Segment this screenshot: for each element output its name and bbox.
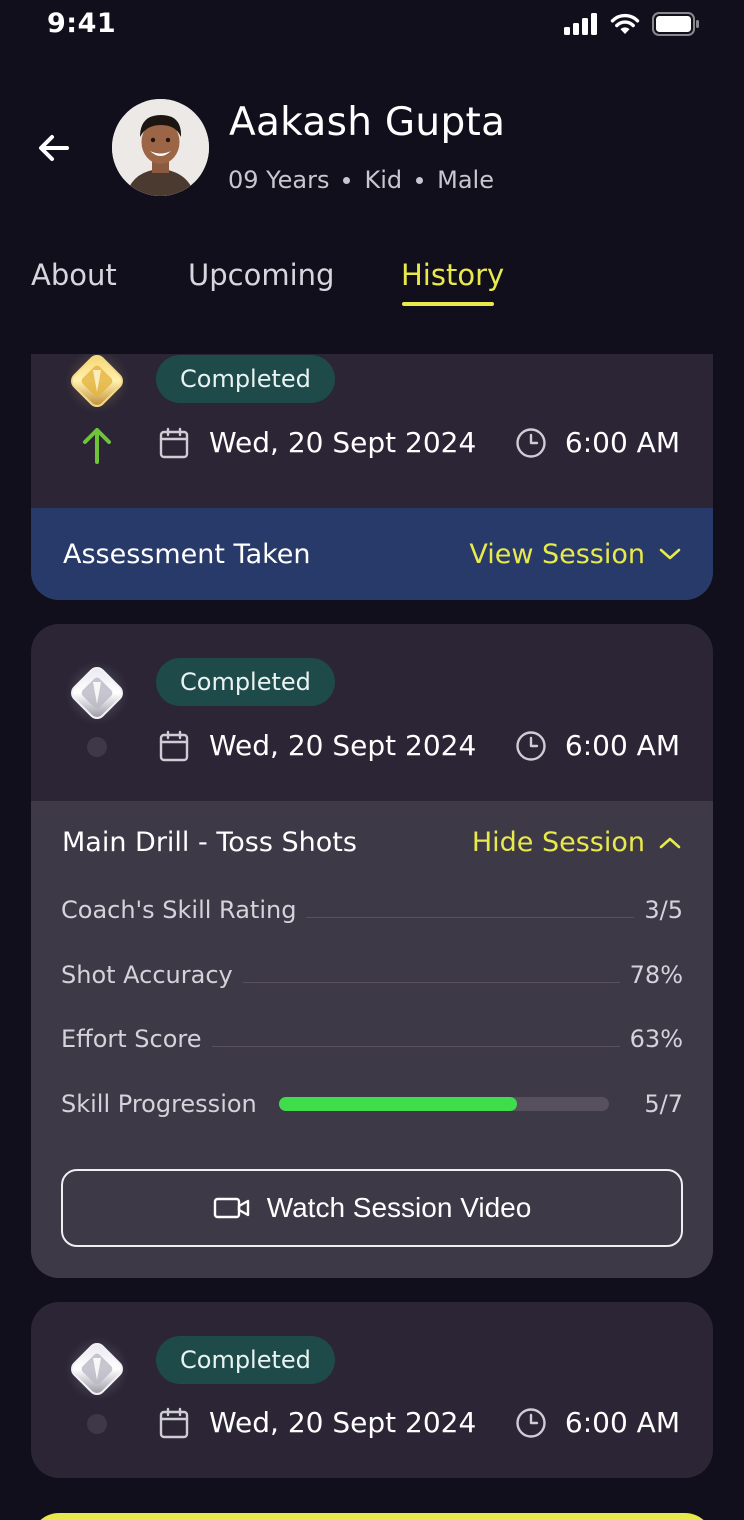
date-text: Wed, 20 Sept 2024 <box>209 1406 477 1439</box>
cellular-signal-icon <box>564 13 597 35</box>
gold-diamond-badge-icon <box>64 354 130 414</box>
session-time: 6:00 AM <box>515 426 680 459</box>
session-card[interactable]: Completed Wed, 20 Sept 2024 6:00 AM Main… <box>31 624 713 1278</box>
wifi-icon <box>610 13 640 34</box>
assessment-title: Assessment Taken <box>63 538 311 570</box>
time-text: 6:00 AM <box>564 1406 680 1439</box>
metric-value: 5/7 <box>644 1090 683 1118</box>
status-bar: 9:41 <box>0 0 744 50</box>
video-camera-icon <box>213 1197 249 1219</box>
silver-diamond-badge-icon <box>64 660 130 726</box>
status-badge: Completed <box>156 1336 335 1384</box>
status-badge: Completed <box>156 355 335 403</box>
metric-divider <box>242 981 620 983</box>
date-text: Wed, 20 Sept 2024 <box>209 426 477 459</box>
metric-divider <box>306 916 635 918</box>
session-date: Wed, 20 Sept 2024 <box>159 426 476 459</box>
view-session-label: View Session <box>469 538 645 570</box>
session-details: Main Drill - Toss Shots Hide Session Coa… <box>31 801 713 1278</box>
watch-session-video-label: Watch Session Video <box>266 1192 532 1223</box>
separator-dot <box>343 176 351 184</box>
status-badge: Completed <box>156 658 335 706</box>
status-icons <box>564 12 700 36</box>
session-card[interactable]: Completed Wed, 20 Sept 2024 6:00 AM Asse… <box>31 354 713 600</box>
clock-icon <box>516 1407 546 1438</box>
metric-row: Effort Score 63% <box>61 1022 683 1056</box>
silver-diamond-badge-icon <box>64 1336 130 1402</box>
user-gender: Male <box>437 166 494 194</box>
next-card-peek[interactable] <box>31 1513 713 1520</box>
clock-icon <box>516 427 546 458</box>
avatar-image <box>112 99 209 196</box>
metric-label: Effort Score <box>61 1025 202 1053</box>
hide-session-label: Hide Session <box>471 827 645 858</box>
separator-dot <box>416 176 424 184</box>
metric-value: 63% <box>629 1025 683 1053</box>
arrow-left-icon <box>39 135 69 161</box>
timeline-dot <box>87 737 107 757</box>
battery-icon <box>652 12 699 36</box>
arrow-up-icon <box>83 428 111 464</box>
tab-about[interactable]: About <box>31 258 117 292</box>
time-text: 6:00 AM <box>564 426 680 459</box>
session-time: 6:00 AM <box>515 1406 680 1439</box>
metric-row: Shot Accuracy 78% <box>61 958 683 992</box>
avatar <box>112 99 209 196</box>
calendar-icon <box>159 730 189 761</box>
session-time: 6:00 AM <box>515 729 680 762</box>
user-category: Kid <box>364 166 403 194</box>
skill-progress-fill <box>279 1097 517 1111</box>
session-details-header: Main Drill - Toss Shots Hide Session <box>62 827 681 858</box>
calendar-icon <box>159 1407 189 1438</box>
assessment-footer: Assessment Taken View Session <box>31 508 713 600</box>
metric-label: Shot Accuracy <box>61 961 233 989</box>
view-session-button[interactable]: View Session <box>469 539 681 570</box>
user-age: 09 Years <box>228 166 330 194</box>
skill-progress-bar <box>279 1097 609 1111</box>
drill-title: Main Drill - Toss Shots <box>62 827 357 858</box>
chevron-down-icon <box>659 548 681 560</box>
active-tab-indicator <box>402 302 494 306</box>
user-name: Aakash Gupta <box>229 100 506 145</box>
user-meta: 09 Years Kid Male <box>228 166 494 194</box>
session-date: Wed, 20 Sept 2024 <box>159 729 476 762</box>
date-text: Wed, 20 Sept 2024 <box>209 729 477 762</box>
timeline-dot <box>87 1414 107 1434</box>
tab-bar: About Upcoming History <box>0 258 744 308</box>
session-card[interactable]: Completed Wed, 20 Sept 2024 6:00 AM <box>31 1302 713 1478</box>
metric-row: Coach's Skill Rating 3/5 <box>61 893 683 927</box>
hide-session-button[interactable]: Hide Session <box>472 827 681 858</box>
metric-value: 3/5 <box>644 896 683 924</box>
watch-session-video-button[interactable]: Watch Session Video <box>61 1169 683 1247</box>
metric-value: 78% <box>629 961 683 989</box>
back-button[interactable] <box>34 128 74 168</box>
metric-divider <box>211 1045 620 1047</box>
metric-label: Coach's Skill Rating <box>61 896 297 924</box>
calendar-icon <box>159 427 189 458</box>
tab-upcoming[interactable]: Upcoming <box>188 258 334 292</box>
tab-history[interactable]: History <box>401 258 504 292</box>
chevron-up-icon <box>659 837 681 848</box>
clock-icon <box>516 730 546 761</box>
session-date: Wed, 20 Sept 2024 <box>159 1406 476 1439</box>
metric-label: Skill Progression <box>61 1090 257 1118</box>
status-time: 9:41 <box>47 8 117 39</box>
time-text: 6:00 AM <box>564 729 680 762</box>
